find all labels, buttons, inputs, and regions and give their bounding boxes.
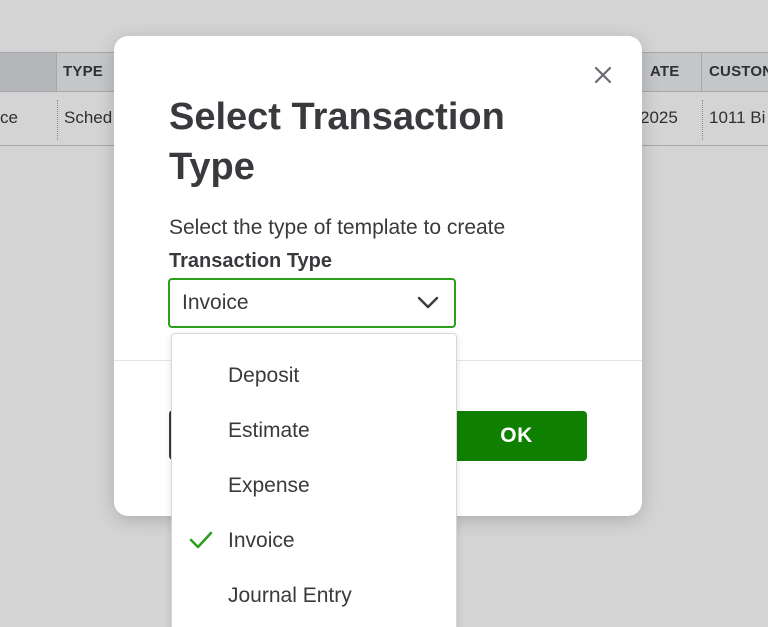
- close-icon: [594, 66, 612, 84]
- dropdown-item-invoice[interactable]: Invoice: [172, 513, 456, 568]
- checkmark-icon: [189, 531, 213, 549]
- dropdown-item-expense[interactable]: Expense: [172, 458, 456, 513]
- dropdown-item-label: Journal Entry: [228, 584, 352, 607]
- dropdown-item-deposit[interactable]: Deposit: [172, 348, 456, 403]
- dialog-title: Select Transaction Type: [169, 96, 505, 188]
- transaction-type-label: Transaction Type: [169, 250, 333, 272]
- chevron-down-icon: [417, 296, 439, 309]
- dropdown-item-label: Invoice: [228, 529, 295, 552]
- transaction-type-select[interactable]: Invoice: [168, 278, 456, 328]
- dropdown-item-label: Deposit: [228, 364, 300, 387]
- dropdown-item-estimate[interactable]: Estimate: [172, 403, 456, 458]
- dropdown-item-label: Expense: [228, 474, 310, 497]
- dialog-subtitle: Select the type of template to create: [169, 216, 506, 239]
- transaction-type-dropdown: Deposit Estimate Expense Invoice Journal…: [171, 333, 457, 627]
- dropdown-item-journal-entry[interactable]: Journal Entry: [172, 568, 456, 623]
- close-button[interactable]: [588, 60, 618, 90]
- select-value: Invoice: [182, 291, 249, 314]
- ok-button[interactable]: OK: [446, 411, 587, 461]
- dropdown-item-label: Estimate: [228, 419, 310, 442]
